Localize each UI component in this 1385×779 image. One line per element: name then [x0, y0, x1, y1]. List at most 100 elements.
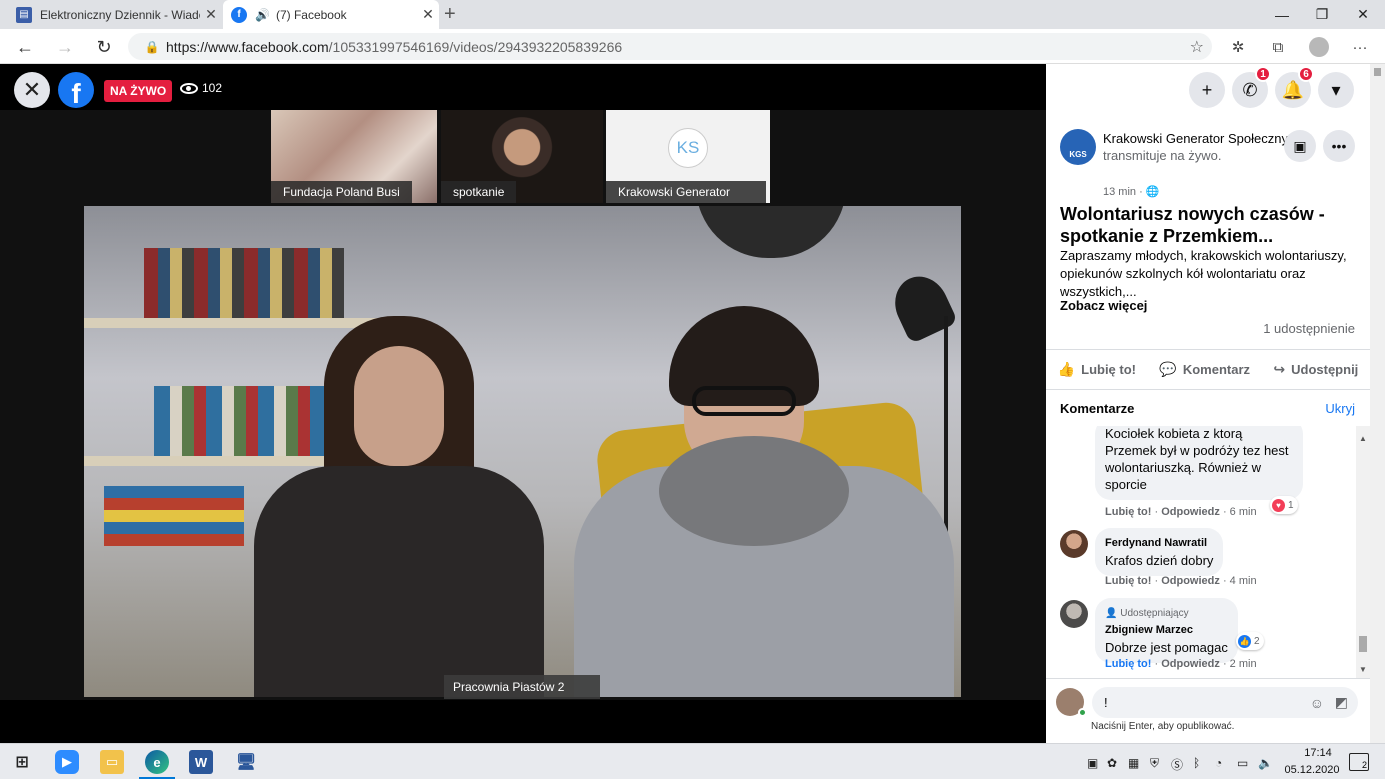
tab-dziennik[interactable]: ▤ Elektroniczny Dziennik - Wiadom ✕	[8, 0, 222, 29]
minimize-icon[interactable]: —	[1260, 0, 1304, 29]
dziennik-favicon-icon: ▤	[16, 6, 32, 23]
share-button[interactable]: ↪ Udostępnij	[1273, 361, 1358, 378]
collections-icon[interactable]: ⧉	[1267, 37, 1289, 57]
more-icon: •••	[1331, 138, 1347, 154]
main-video-label: Pracownia Piastów 2	[444, 675, 600, 699]
tab-facebook[interactable]: f 🔊 (7) Facebook ✕	[223, 0, 439, 29]
battery-icon[interactable]: ▭	[1237, 756, 1248, 770]
comment-meta: Lubię to! · Odpowiedz · 2 min	[1105, 658, 1257, 670]
window-close-icon[interactable]: ✕	[1341, 0, 1385, 29]
close-tab-icon[interactable]: ✕	[417, 6, 439, 23]
word-icon[interactable]: W	[189, 750, 213, 774]
participant-label: Fundacja Poland Busi	[271, 181, 412, 203]
scroll-thumb[interactable]	[1374, 68, 1381, 76]
clock-date[interactable]: 05.12.2020	[1281, 764, 1343, 776]
reaction-count[interactable]: ♥ 1	[1270, 496, 1298, 514]
comment-like-link[interactable]: Lubię to!	[1105, 658, 1151, 670]
tab-title: (7) Facebook	[275, 7, 347, 22]
like-button[interactable]: 👍 Lubię to!	[1058, 361, 1136, 378]
eye-icon	[180, 82, 198, 94]
clock-time[interactable]: 17:14	[1293, 747, 1343, 759]
scroll-up-icon[interactable]: ▲	[1359, 434, 1367, 443]
meet-now-icon[interactable]: ▣	[1087, 756, 1098, 770]
comment-reply-link[interactable]: Odpowiedz	[1161, 658, 1220, 670]
remote-desktop-icon[interactable]: 🖥	[234, 750, 258, 774]
comment-bubble: Kociołek kobieta z ktorą Przemek był w p…	[1095, 426, 1303, 500]
tray-app-icon[interactable]: ▦	[1128, 756, 1139, 770]
page-name-link[interactable]: Krakowski Generator Społeczny	[1103, 131, 1288, 146]
speaker-icon[interactable]: 🔊	[255, 8, 270, 22]
like-reaction-icon: 👍	[1238, 634, 1251, 648]
color-tray-icon[interactable]: ✿	[1107, 756, 1117, 770]
participant-thumbnail: Fundacja Poland Busi	[271, 110, 437, 203]
bluetooth-icon[interactable]: ᛒ	[1193, 756, 1200, 770]
more-options-button[interactable]: •••	[1323, 130, 1355, 162]
create-button[interactable]: +	[1189, 72, 1225, 108]
wall-clock	[696, 206, 846, 258]
sharer-icon: 👤	[1105, 608, 1118, 619]
forward-icon[interactable]: →	[52, 34, 78, 60]
favorite-star-icon[interactable]: ☆	[1190, 37, 1204, 57]
comments-list[interactable]: Kociołek kobieta z ktorą Przemek był w p…	[1046, 426, 1370, 678]
avatar[interactable]	[1060, 600, 1088, 628]
comment-icon: 💬	[1159, 360, 1177, 377]
comment-author[interactable]: Ferdynand Nawratil	[1105, 535, 1213, 552]
profile-icon[interactable]	[1308, 37, 1330, 57]
emoji-icon[interactable]: ☺	[1310, 695, 1324, 711]
post-title: Wolontariusz nowych czasów - spotkanie z…	[1060, 204, 1325, 246]
facebook-logo[interactable]: f	[58, 72, 94, 108]
refresh-icon[interactable]: ↻	[91, 34, 117, 60]
favorites-icon[interactable]: ✲	[1227, 37, 1249, 57]
new-tab-icon[interactable]: +	[444, 3, 456, 26]
restore-icon[interactable]: ❐	[1300, 0, 1344, 29]
video-player[interactable]: ✕ f NA ŻYWO 102 Fundacja Poland Busi spo…	[0, 64, 1046, 743]
windows-start-icon[interactable]: ⊞	[10, 750, 34, 774]
volume-icon[interactable]: 🔈	[1258, 756, 1273, 770]
bookmark-icon: ▣	[1293, 137, 1307, 154]
video-frame[interactable]: Fundacja Poland Busi spotkanie KS Krakow…	[0, 110, 1046, 700]
comments-scrollbar[interactable]: ▲ ▼	[1356, 426, 1370, 678]
sticker-icon[interactable]: ◩	[1335, 694, 1348, 711]
page-avatar[interactable]: KGS	[1060, 129, 1096, 165]
share-count[interactable]: 1 udostępnienie	[1263, 321, 1355, 336]
avatar[interactable]	[1060, 530, 1088, 558]
close-tab-icon[interactable]: ✕	[200, 6, 222, 23]
comment-button[interactable]: 💬 Komentarz	[1159, 361, 1250, 378]
comment-like-link[interactable]: Lubię to!	[1105, 506, 1151, 518]
enter-hint: Naciśnij Enter, aby opublikować.	[1091, 721, 1235, 732]
comment-input[interactable]: ! ☺ ◩	[1092, 687, 1358, 718]
post-actions: 👍 Lubię to! 💬 Komentarz ↪ Udostępnij	[1046, 354, 1370, 384]
hide-comments-link[interactable]: Ukryj	[1325, 401, 1355, 416]
windows-taskbar: ⊞ ▶ ▭ e W 🖥 ▣ ✿ ▦ ⛨ Ⓢ ᛒ ◔ ▭ 🔈 17:14 05.1…	[0, 743, 1385, 779]
video-topbar: ✕ f NA ŻYWO 102	[0, 64, 1046, 110]
divider	[1046, 389, 1370, 390]
reaction-count[interactable]: 👍 2	[1236, 632, 1264, 650]
notifications-button[interactable]: 🔔 6	[1275, 66, 1314, 108]
file-explorer-icon[interactable]: ▭	[100, 750, 124, 774]
edge-browser-icon[interactable]: e	[145, 750, 169, 774]
more-menu-icon[interactable]: ···	[1349, 37, 1371, 57]
scroll-down-icon[interactable]: ▼	[1359, 665, 1367, 674]
account-menu-button[interactable]: ▾	[1318, 72, 1354, 108]
comment-meta: Lubię to! · Odpowiedz · 4 min	[1105, 575, 1257, 587]
save-post-button[interactable]: ▣	[1284, 130, 1316, 162]
scroll-thumb[interactable]	[1359, 636, 1367, 652]
back-icon[interactable]: ←	[12, 34, 38, 60]
wifi-icon[interactable]: ◔	[1215, 756, 1222, 770]
url-field[interactable]: 🔒 https://www.facebook.com/1053319975461…	[128, 33, 1212, 60]
post-header: Krakowski Generator Społeczny transmituj…	[1103, 130, 1303, 164]
action-center-icon[interactable]: 2	[1349, 753, 1369, 771]
close-video-button[interactable]: ✕	[14, 72, 50, 108]
comment-like-link[interactable]: Lubię to!	[1105, 575, 1151, 587]
comment-reply-link[interactable]: Odpowiedz	[1161, 506, 1220, 518]
see-more-link[interactable]: Zobacz więcej	[1060, 298, 1147, 313]
post-time[interactable]: 13 min · 🌐	[1103, 185, 1160, 198]
comment-author[interactable]: Zbigniew Marzec	[1105, 622, 1228, 639]
page-scrollbar[interactable]	[1370, 64, 1385, 743]
comment-reply-link[interactable]: Odpowiedz	[1161, 575, 1220, 587]
messenger-button[interactable]: ✆ 1	[1232, 66, 1271, 108]
skype-icon[interactable]: Ⓢ	[1171, 756, 1183, 773]
shield-icon[interactable]: ⛨	[1150, 756, 1159, 771]
zoom-icon[interactable]: ▶	[55, 750, 79, 774]
close-icon: ✕	[22, 77, 42, 102]
